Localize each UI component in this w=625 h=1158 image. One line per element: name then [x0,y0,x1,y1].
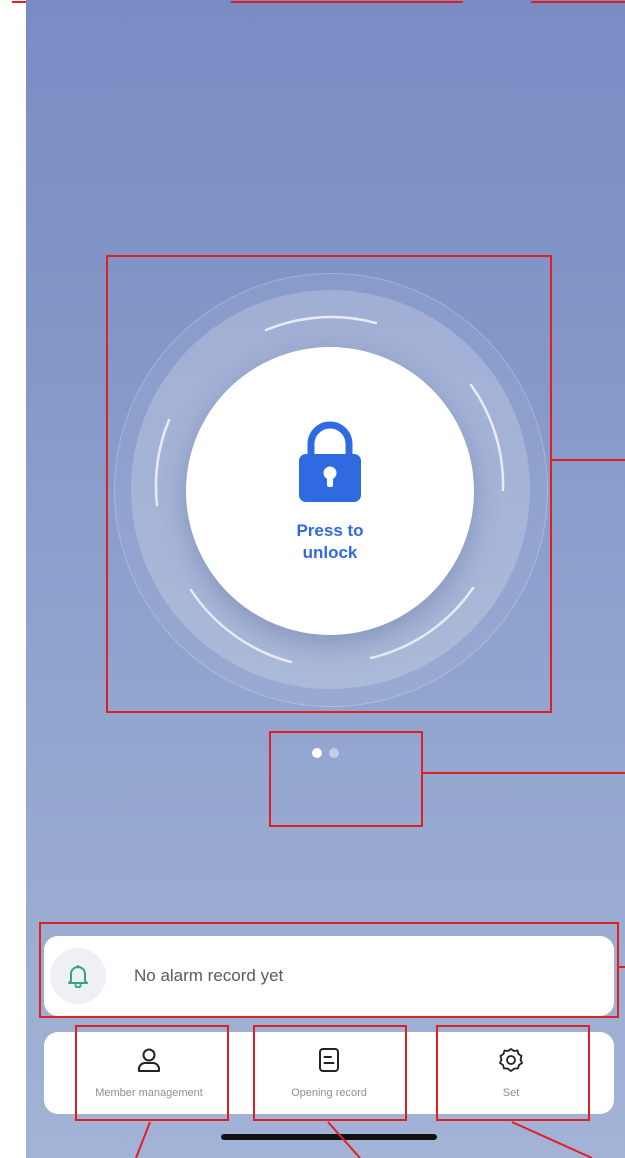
nav-item-opening-record[interactable]: Opening record [256,1032,402,1114]
annotation-box-top-center [231,0,463,3]
bell-icon [68,965,88,988]
person-icon [138,1048,160,1072]
bottom-navigation: Member management Opening record Set [44,1032,614,1114]
annotation-line-pager [423,772,625,774]
unlock-button[interactable]: Press to unlock [186,347,474,635]
app-screen: Press to unlock No alarm record yet Memb… [26,0,625,1158]
page-dot-active[interactable] [312,748,322,758]
nav-label-opening-record: Opening record [291,1087,367,1099]
unlock-label: Press to unlock [296,521,364,562]
nav-label-set: Set [502,1087,520,1099]
nav-label-member-management: Member management [95,1087,203,1099]
annotation-box-pager [269,731,423,827]
padlock-icon [299,421,361,502]
annotation-leader-lines [135,1121,593,1158]
bell-icon-badge [50,948,106,1004]
page-indicator [312,748,339,758]
annotation-line-alarm [619,966,625,968]
nav-item-set[interactable]: Set [438,1032,584,1114]
document-icon [319,1048,339,1072]
alarm-record-card[interactable]: No alarm record yet [44,936,614,1016]
annotation-box-top-right [531,0,625,3]
annotation-line-unlock [552,459,625,461]
nav-item-member-management[interactable]: Member management [76,1032,222,1114]
alarm-record-text: No alarm record yet [134,966,284,985]
page-dot-inactive[interactable] [329,748,339,758]
gear-icon [499,1048,523,1072]
